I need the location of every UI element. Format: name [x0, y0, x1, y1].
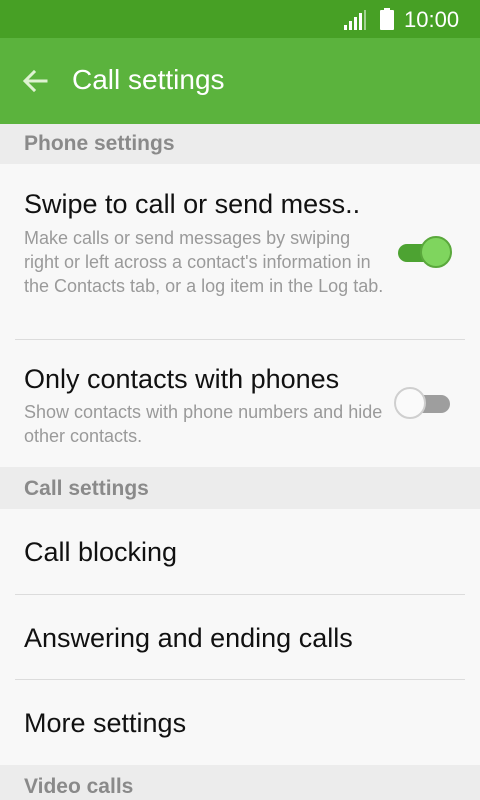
setting-description: Make calls or send messages by swiping r…: [24, 228, 384, 296]
setting-answering-and-ending-calls[interactable]: Answering and ending calls: [0, 595, 480, 679]
setting-description: Show contacts with phone numbers and hid…: [24, 402, 383, 446]
switch-thumb: [394, 387, 426, 419]
section-header-phone-settings: Phone settings: [0, 124, 480, 164]
status-bar: 10:00: [0, 0, 480, 38]
setting-more-settings[interactable]: More settings: [0, 680, 480, 765]
section-header-label: Video calls: [24, 775, 134, 798]
status-time: 10:00: [404, 7, 460, 32]
only-contacts-switch[interactable]: [394, 385, 454, 421]
setting-only-contacts-with-phones[interactable]: Only contacts with phones Show contacts …: [0, 340, 480, 467]
switch-thumb: [420, 236, 452, 268]
setting-swipe-to-call[interactable]: Swipe to call or send mess.. Make calls …: [0, 164, 480, 339]
arrow-left-icon[interactable]: [20, 66, 50, 96]
section-header-call-settings: Call settings: [0, 467, 480, 509]
setting-title: Call blocking: [24, 537, 178, 567]
setting-call-blocking[interactable]: Call blocking: [0, 509, 480, 594]
setting-title: Only contacts with phones: [24, 364, 340, 394]
section-header-video-calls: Video calls: [0, 765, 480, 800]
setting-title: More settings: [24, 708, 187, 738]
battery-icon: [380, 8, 394, 30]
setting-title: Answering and ending calls: [24, 623, 353, 653]
app-bar: Call settings: [0, 38, 480, 124]
signal-icon: [344, 10, 366, 30]
setting-title: Swipe to call or send mess..: [24, 189, 361, 219]
swipe-to-call-switch[interactable]: [394, 234, 454, 270]
section-header-label: Phone settings: [24, 132, 175, 155]
section-header-label: Call settings: [24, 477, 149, 500]
page-title: Call settings: [72, 64, 225, 95]
